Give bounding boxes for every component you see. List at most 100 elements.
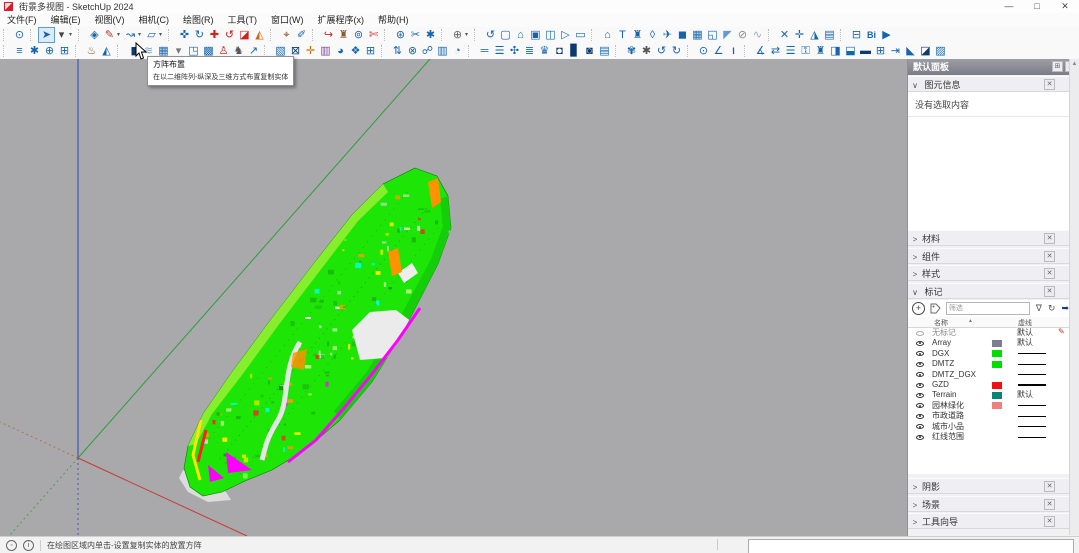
geolocation-icon[interactable]: ◦	[6, 540, 17, 551]
protractor-icon[interactable]: ∡	[753, 44, 768, 58]
perspective-icon[interactable]: ◮	[807, 28, 822, 42]
section-bottom-2[interactable]: >工具向导✕	[908, 513, 1069, 529]
undo-icon[interactable]: ↺	[654, 44, 669, 58]
section-close-icon[interactable]: ✕	[1044, 481, 1055, 492]
magnifier-icon[interactable]: ⊙	[696, 44, 711, 58]
tags-column-header[interactable]: 名称 ▲ 虚线	[908, 317, 1069, 328]
purge-icon[interactable]: ↻	[1048, 303, 1056, 314]
tag-details-icon[interactable]: ➥	[1061, 303, 1069, 314]
dark-bar-icon[interactable]: ▬	[858, 44, 873, 58]
visibility-eye-icon[interactable]	[916, 424, 924, 429]
tag-dash-style[interactable]	[1018, 364, 1046, 365]
gear-icon[interactable]: ✱	[639, 44, 654, 58]
extents-icon[interactable]: ⊞	[57, 44, 72, 58]
bar-icon[interactable]: ▊	[567, 44, 582, 58]
tag-name[interactable]: 无标记	[932, 328, 956, 338]
flip-icon[interactable]: ⬓	[843, 44, 858, 58]
tag-color-swatch[interactable]	[992, 413, 1002, 420]
menu-item-8[interactable]: 帮助(H)	[371, 13, 416, 27]
tag-name[interactable]: DMTZ	[932, 359, 954, 369]
iso-view-icon[interactable]: ▢	[498, 28, 513, 42]
tag-dash-style[interactable]: 默认	[1017, 338, 1033, 348]
tower-icon[interactable]: ♜	[813, 44, 828, 58]
section-close-icon[interactable]: ✕	[1044, 268, 1055, 279]
eraser-icon[interactable]: ◈	[87, 28, 102, 42]
component-icon[interactable]: ♜	[630, 28, 645, 42]
tag-row-市政道路[interactable]: 市政道路	[908, 411, 1069, 421]
tag-name[interactable]: Terrain	[932, 390, 956, 400]
tag-color-swatch[interactable]	[992, 392, 1002, 399]
tag-color-swatch[interactable]	[992, 382, 1002, 389]
tag-dash-style[interactable]	[1018, 437, 1046, 438]
info-icon[interactable]: i	[23, 540, 34, 551]
curve-icon[interactable]: ∿	[750, 28, 765, 42]
section-bottom-1[interactable]: >场景✕	[908, 496, 1069, 512]
select-dropdown-icon-dropdown[interactable]: ▾	[69, 28, 75, 42]
tag-color-swatch[interactable]	[992, 340, 1002, 347]
stripes-icon[interactable]: ▥	[435, 44, 450, 58]
scale-tool-icon[interactable]: ✚	[207, 28, 222, 42]
list-icon[interactable]: ≡	[12, 44, 27, 58]
add-location-icon-dropdown[interactable]: ▾	[465, 28, 471, 42]
tag-dash-style[interactable]: 默认	[1017, 390, 1033, 400]
section-tags[interactable]: ∨ 标记 ✕	[908, 283, 1069, 299]
ibeam-icon[interactable]: I	[726, 44, 741, 58]
soften-icon[interactable]: ⊛	[393, 28, 408, 42]
face-style-icon[interactable]: ◼	[675, 28, 690, 42]
section-cut-icon[interactable]: ✄	[366, 28, 381, 42]
lookaround-icon[interactable]: ⊚	[351, 28, 366, 42]
photo-match-icon[interactable]: ▨	[933, 44, 948, 58]
rows-icon[interactable]: ≣	[522, 44, 537, 58]
angle-icon[interactable]: ∠	[711, 44, 726, 58]
target-icon[interactable]: ◙	[582, 44, 597, 58]
visibility-eye-icon[interactable]	[916, 435, 924, 440]
table-icon[interactable]: ⊞	[873, 44, 888, 58]
section-bottom-0[interactable]: >阴影✕	[908, 478, 1069, 494]
half-icon[interactable]: ◨	[828, 44, 843, 58]
play-icon[interactable]: ▶	[879, 28, 894, 42]
side-view-icon[interactable]: ◫	[543, 28, 558, 42]
menu-item-6[interactable]: 窗口(W)	[264, 13, 311, 27]
section-close-icon[interactable]: ✕	[1044, 516, 1055, 527]
lock-icon[interactable]: ⚿	[798, 44, 813, 58]
arc-tool-icon[interactable]: ↝	[123, 28, 138, 42]
visibility-eye-icon[interactable]	[916, 414, 924, 419]
rotate-red-icon[interactable]: ↺	[222, 28, 237, 42]
tag-name[interactable]: 市政道路	[932, 411, 964, 421]
tag-row-园林绿化[interactable]: 园林绿化	[908, 401, 1069, 411]
panel-dock-button[interactable]: ⊞	[1052, 61, 1063, 72]
tag-row-红线范围[interactable]: 红线范围	[908, 432, 1069, 442]
tag-color-swatch[interactable]	[992, 371, 1002, 378]
rail-icon[interactable]: ═	[477, 44, 492, 58]
pushpull-tool-icon[interactable]: ◭	[252, 28, 267, 42]
hide-icon[interactable]: ⊘	[735, 28, 750, 42]
weld-icon[interactable]: ⊗	[405, 44, 420, 58]
text-tool-icon[interactable]: T	[615, 28, 630, 42]
menu-lines-icon[interactable]: ☰	[783, 44, 798, 58]
tag-name[interactable]: 园林绿化	[932, 401, 964, 411]
visibility-eye-icon[interactable]	[916, 331, 924, 336]
section-close-icon[interactable]: ✕	[1044, 251, 1055, 262]
select-dropdown-icon[interactable]: ▾	[54, 28, 69, 42]
tag-row-城市小品[interactable]: 城市小品	[908, 422, 1069, 432]
pie-icon[interactable]: ◕	[333, 44, 348, 58]
menu-item-5[interactable]: 工具(T)	[221, 13, 265, 27]
column-dashes-label[interactable]: 虚线	[1018, 318, 1032, 328]
tag-dash-style[interactable]	[1018, 374, 1046, 375]
move-tool-icon[interactable]: ✜	[177, 28, 192, 42]
home-icon[interactable]: ⌂	[600, 28, 615, 42]
split-icon[interactable]: ✂	[408, 28, 423, 42]
inverse-icon[interactable]: ◘	[552, 44, 567, 58]
sheet-icon[interactable]: ▤	[597, 44, 612, 58]
swap-icon[interactable]: ⇅	[390, 44, 405, 58]
undo-view-icon[interactable]: ↺	[483, 28, 498, 42]
offset-tool-icon[interactable]: ◪	[237, 28, 252, 42]
tag-name[interactable]: GZD	[932, 380, 949, 390]
rectangle-tool-icon-dropdown[interactable]: ▾	[159, 28, 165, 42]
cross-orange-icon[interactable]: ✛	[303, 44, 318, 58]
section-top-0[interactable]: >材料✕	[908, 230, 1069, 246]
position-icon[interactable]: ✛	[792, 28, 807, 42]
tag-dash-style[interactable]	[1018, 426, 1046, 427]
tag-name[interactable]: DMTZ_DGX	[932, 370, 976, 380]
column-name-label[interactable]: 名称	[934, 318, 948, 328]
